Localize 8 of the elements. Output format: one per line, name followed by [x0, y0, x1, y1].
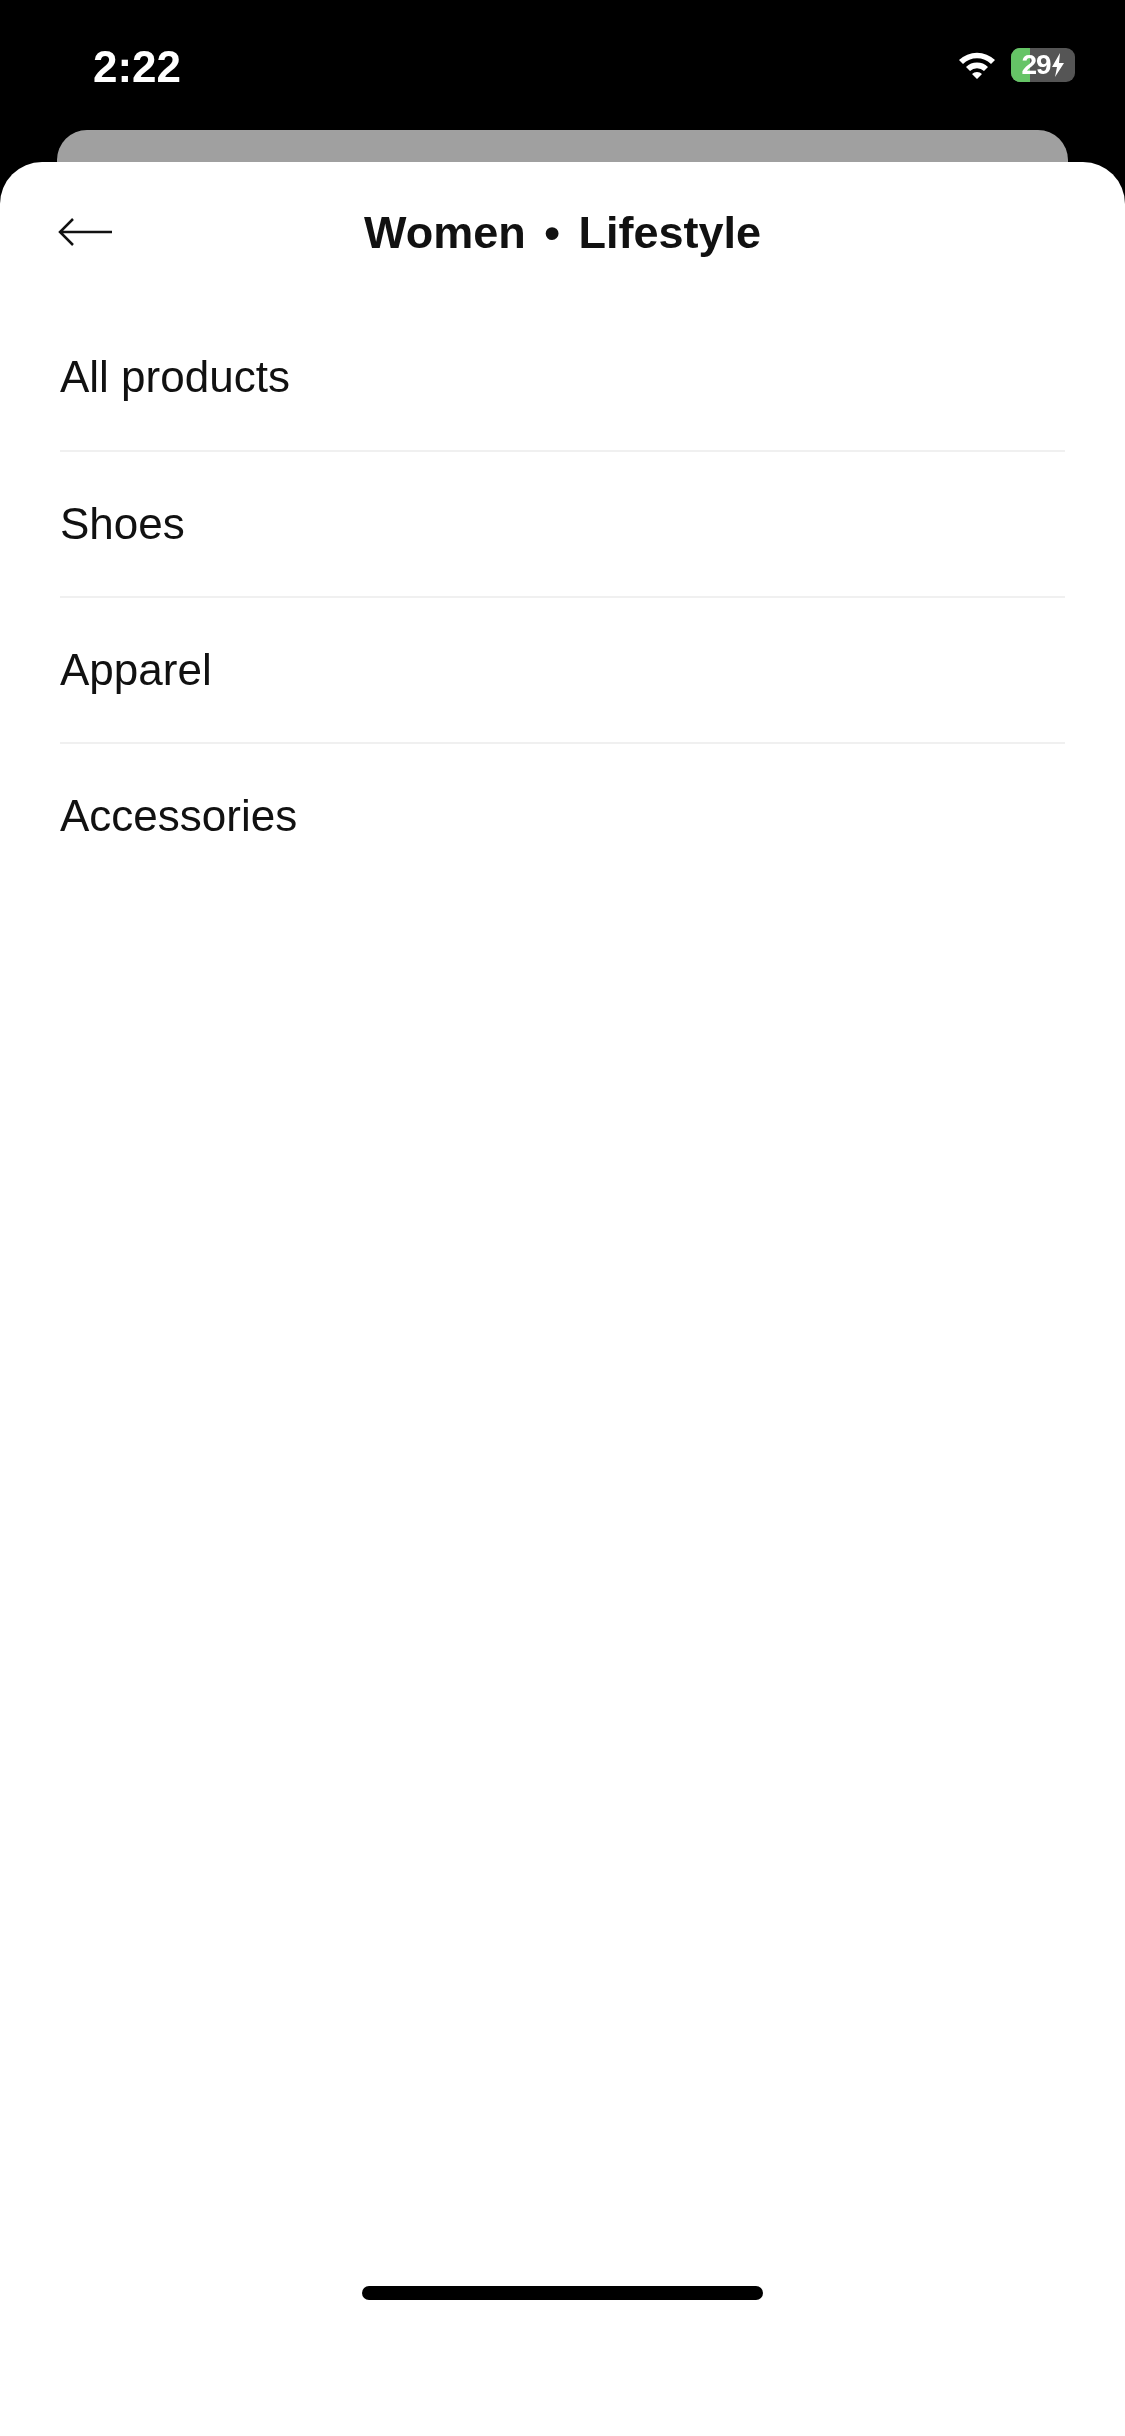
- wifi-icon: [957, 50, 997, 80]
- category-item[interactable]: Shoes: [60, 450, 1065, 596]
- category-item[interactable]: Accessories: [60, 742, 1065, 888]
- header-title: Women • Lifestyle: [364, 207, 761, 259]
- category-item[interactable]: Apparel: [60, 596, 1065, 742]
- category-item[interactable]: All products: [60, 304, 1065, 450]
- back-button[interactable]: [57, 217, 113, 247]
- clock-time: 2:22: [93, 42, 183, 92]
